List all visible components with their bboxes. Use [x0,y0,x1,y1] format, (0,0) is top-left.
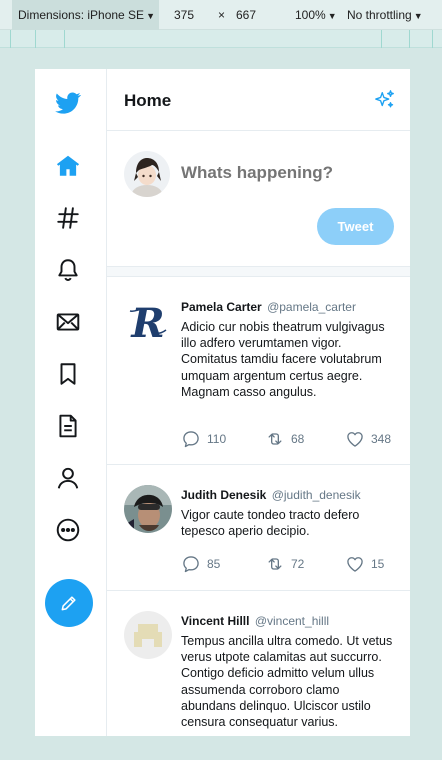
tweet-item[interactable]: Vincent Hilll @vincent_hilll Tempus anci… [107,591,410,736]
heart-icon [347,557,363,572]
chevron-down-icon: ▼ [146,11,155,21]
tweet-author: Judith Denesik @judith_denesik [181,488,361,502]
like-button[interactable]: 348 [345,429,391,449]
avatar [124,151,170,197]
page-title: Home [124,91,172,110]
avatar: R [124,297,172,345]
width-field[interactable]: 375 [174,0,194,30]
author-handle[interactable]: @judith_denesik [272,488,361,502]
device-viewport: Home Tweet [35,69,410,736]
avatar [124,485,172,533]
retweet-icon [268,558,282,570]
tweet-author: Vincent Hilll @vincent_hilll [181,614,329,628]
zoom-label: 100% [295,8,326,22]
bell-icon[interactable] [53,255,83,285]
svg-text:R: R [130,300,164,345]
retweet-icon [268,433,282,445]
compose-tweet-button[interactable] [45,579,93,627]
reply-icon [183,431,199,448]
hashtag-icon[interactable] [53,203,83,233]
tweet-item[interactable]: Judith Denesik @judith_denesik Vigor cau… [107,465,410,591]
mail-icon[interactable] [53,307,83,337]
ruler-mark [381,30,382,48]
like-count: 348 [371,432,392,446]
sidebar-nav [35,69,107,736]
zoom-select[interactable]: 100% ▼ [295,0,337,30]
tweet-text: Tempus ancilla ultra comedo. Ut vetus ve… [181,634,393,730]
throttle-label: No throttling [347,8,412,22]
timeline-header: Home [107,69,410,131]
tweet-button[interactable]: Tweet [317,208,394,245]
like-count: 15 [371,557,385,571]
heart-icon [347,432,363,447]
tweet-text: Adicio cur nobis theatrum vulgivagus ill… [181,320,385,399]
sparkle-icon[interactable] [374,89,396,111]
like-button[interactable]: 15 [345,554,384,574]
author-name[interactable]: Vincent Hilll [181,614,249,628]
throttle-select[interactable]: No throttling ▼ [347,0,423,30]
home-icon[interactable] [53,151,83,181]
tweet-author: Pamela Carter @pamela_carter [181,300,356,314]
ruler-mark [10,30,11,48]
compose-icon [61,596,76,611]
height-field[interactable]: 667 [236,0,256,30]
more-icon[interactable] [53,515,83,545]
media-query-ruler[interactable] [0,30,442,48]
devtools-toolbar: Dimensions: iPhone SE ▼ 375 × 667 100% ▼ N… [0,0,442,30]
retweet-count: 68 [291,432,305,446]
reply-button[interactable]: 85 [181,554,220,574]
retweet-button[interactable]: 68 [265,429,304,449]
user-icon[interactable] [53,463,83,493]
tweet-actions: 85 72 15 [181,554,396,574]
reply-count: 85 [207,557,221,571]
bookmark-icon[interactable] [53,359,83,389]
author-name[interactable]: Judith Denesik [181,488,266,502]
tweet-actions: 110 68 348 [181,429,396,449]
twitter-logo-icon[interactable] [53,88,83,118]
avatar [124,611,172,659]
timeline: Home Tweet [107,69,410,736]
tweet-input[interactable] [181,163,396,183]
author-handle[interactable]: @pamela_carter [267,300,356,314]
author-name[interactable]: Pamela Carter [181,300,262,314]
retweet-button[interactable]: 72 [265,554,304,574]
times-label: × [218,8,226,22]
ruler-mark [432,30,433,48]
device-label: Dimensions: iPhone SE [18,8,145,22]
device-select[interactable]: Dimensions: iPhone SE ▼ [12,0,159,30]
tweet-text: Vigor caute tondeo tracto defero tepesco… [181,508,360,539]
ruler-mark [35,30,36,48]
ruler-mark [409,30,410,48]
author-handle[interactable]: @vincent_hilll [255,614,329,628]
chevron-down-icon: ▼ [327,11,337,21]
document-icon[interactable] [53,411,83,441]
reply-button[interactable]: 110 [181,429,226,449]
chevron-down-icon: ▼ [413,11,423,21]
ruler-mark [64,30,65,48]
reply-icon [183,556,199,573]
tweet-composer [107,131,410,267]
reply-count: 110 [207,432,227,446]
divider [107,267,410,277]
tweet-item[interactable]: R Pamela Carter @pamela_carter Adicio cu… [107,277,410,465]
retweet-count: 72 [291,557,305,571]
